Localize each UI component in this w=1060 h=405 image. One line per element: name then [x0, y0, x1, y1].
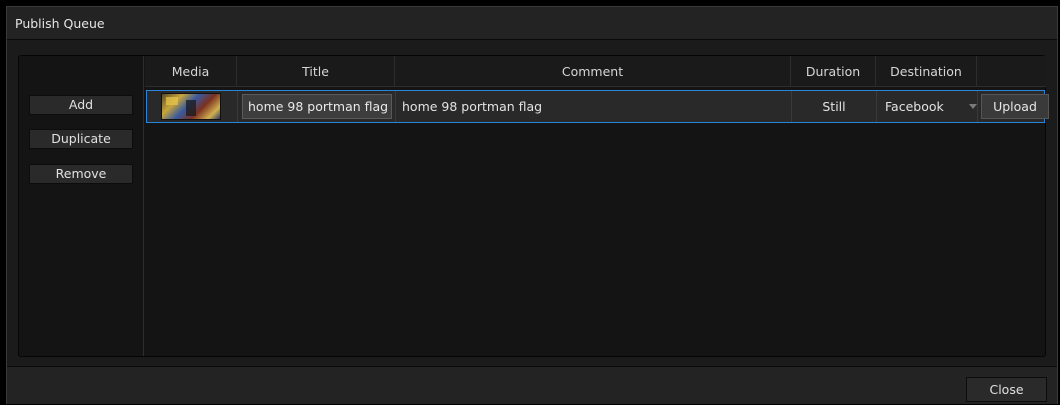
comment-cell[interactable]: home 98 portman flag — [396, 91, 792, 122]
title-cell: home 98 portman flag — [238, 91, 396, 122]
comment-text: home 98 portman flag — [402, 99, 543, 114]
media-thumbnail[interactable] — [161, 93, 221, 120]
action-cell: Upload — [978, 91, 1049, 122]
queue-panel: Add Duplicate Remove Media Title Comment… — [18, 55, 1049, 357]
publish-queue-window: Publish Queue Add Duplicate Remove Media… — [6, 6, 1058, 404]
table-row[interactable]: home 98 portman flag home 98 portman fla… — [146, 90, 1049, 123]
remove-button[interactable]: Remove — [29, 164, 133, 184]
chevron-down-icon — [969, 104, 977, 109]
title-bar: Publish Queue — [7, 7, 1057, 40]
window-title: Publish Queue — [15, 16, 105, 31]
column-header-comment: Comment — [395, 56, 791, 87]
column-header-media: Media — [145, 56, 237, 87]
column-header-title: Title — [237, 56, 395, 87]
duration-cell: Still — [792, 91, 877, 122]
close-button[interactable]: Close — [966, 377, 1047, 402]
column-header-action — [977, 56, 1046, 87]
add-button[interactable]: Add — [29, 95, 133, 115]
table-header: Media Title Comment Duration Destination — [145, 56, 1046, 87]
action-sidebar: Add Duplicate Remove — [19, 56, 144, 356]
footer-bar: Close — [7, 366, 1057, 404]
title-field[interactable]: home 98 portman flag — [242, 94, 392, 119]
column-header-duration: Duration — [791, 56, 876, 87]
destination-cell: Facebook — [877, 91, 978, 122]
destination-dropdown[interactable]: Facebook — [885, 91, 977, 122]
media-cell — [147, 91, 238, 122]
duration-value: Still — [822, 99, 846, 114]
duplicate-button[interactable]: Duplicate — [29, 129, 133, 149]
destination-value: Facebook — [885, 99, 944, 114]
upload-button[interactable]: Upload — [981, 94, 1049, 119]
column-header-destination: Destination — [876, 56, 977, 87]
